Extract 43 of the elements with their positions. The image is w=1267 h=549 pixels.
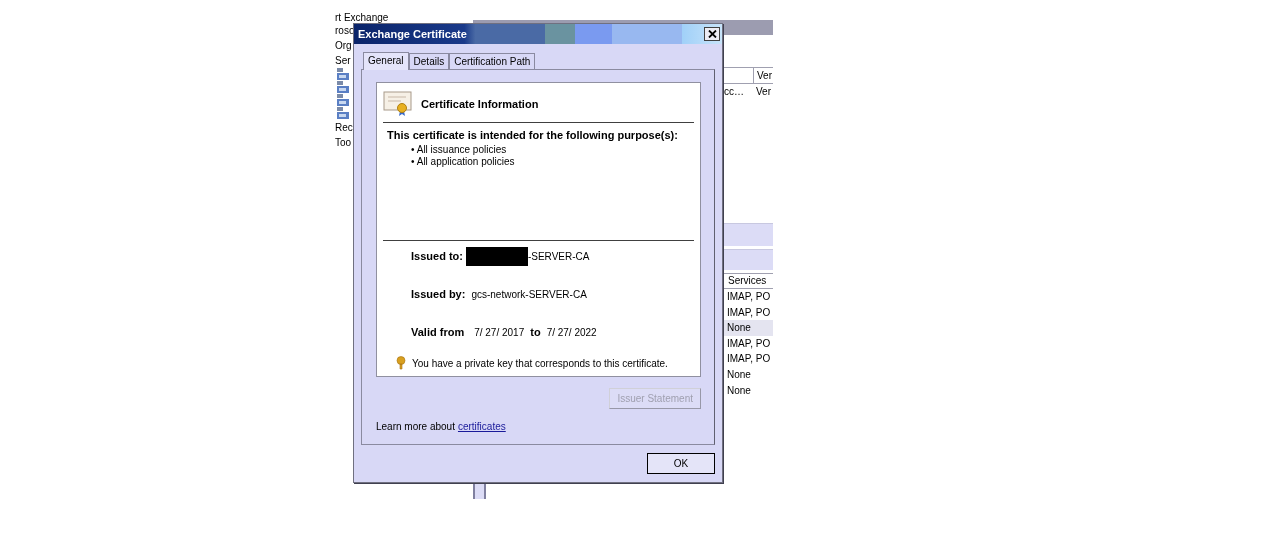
table-cell[interactable]: IMAP, PO: [723, 335, 773, 352]
key-note: You have a private key that corresponds to this certificate.: [412, 357, 668, 369]
tab[interactable]: Details: [408, 53, 450, 69]
certificates-link[interactable]: certificates: [457, 421, 506, 432]
field-label: Valid from: [411, 326, 465, 338]
nav-item[interactable]: Too: [335, 135, 352, 150]
field-label: to: [530, 326, 541, 338]
nav-item[interactable]: rt Exchange: [335, 13, 389, 23]
field-label: Issued by:: [411, 288, 466, 300]
close-button[interactable]: [704, 27, 720, 41]
window-title: Exchange Certificate: [358, 28, 467, 40]
purpose-item: • All application policies: [411, 156, 516, 168]
learn-more-text: Learn more about: [376, 421, 455, 432]
table-cell[interactable]: None: [723, 320, 773, 336]
nav-item[interactable]: Org: [335, 38, 352, 53]
field-value: gcs-network-SERVER-CA: [471, 288, 587, 300]
nav-item[interactable]: Ser: [335, 53, 351, 68]
field-value: 7/ 27/ 2022: [546, 326, 597, 338]
table-cell[interactable]: None: [723, 366, 773, 383]
close-icon: [707, 30, 717, 38]
section-title: Certificate Information: [421, 98, 539, 110]
server-icon[interactable]: [336, 94, 350, 106]
field-value: -SERVER-CA: [527, 250, 590, 262]
certificate-icon: [383, 91, 413, 117]
server-icon[interactable]: [336, 68, 350, 80]
table-cell: cc…: [723, 85, 744, 99]
nav-item[interactable]: Rec: [335, 120, 353, 135]
table-cell[interactable]: IMAP, PO: [723, 304, 773, 321]
column-header[interactable]: Ver: [753, 68, 773, 83]
server-icon[interactable]: [336, 81, 350, 93]
tab[interactable]: Certification Path: [449, 53, 536, 69]
key-icon: [396, 356, 406, 370]
purpose-item: • All issuance policies: [411, 144, 508, 156]
table-cell-text: Ver: [756, 85, 772, 99]
purpose-heading: This certificate is intended for the following purpose(s):: [387, 129, 679, 141]
field-value: 7/ 27/ 2017: [474, 326, 525, 338]
server-icon[interactable]: [336, 107, 350, 119]
tab[interactable]: General: [363, 52, 409, 70]
ok-button[interactable]: OK: [647, 453, 715, 474]
table-cell[interactable]: IMAP, PO: [723, 289, 773, 305]
table-cell[interactable]: None: [723, 382, 773, 399]
field-label: Issued to:: [411, 250, 463, 262]
table-cell[interactable]: IMAP, PO: [723, 351, 773, 367]
